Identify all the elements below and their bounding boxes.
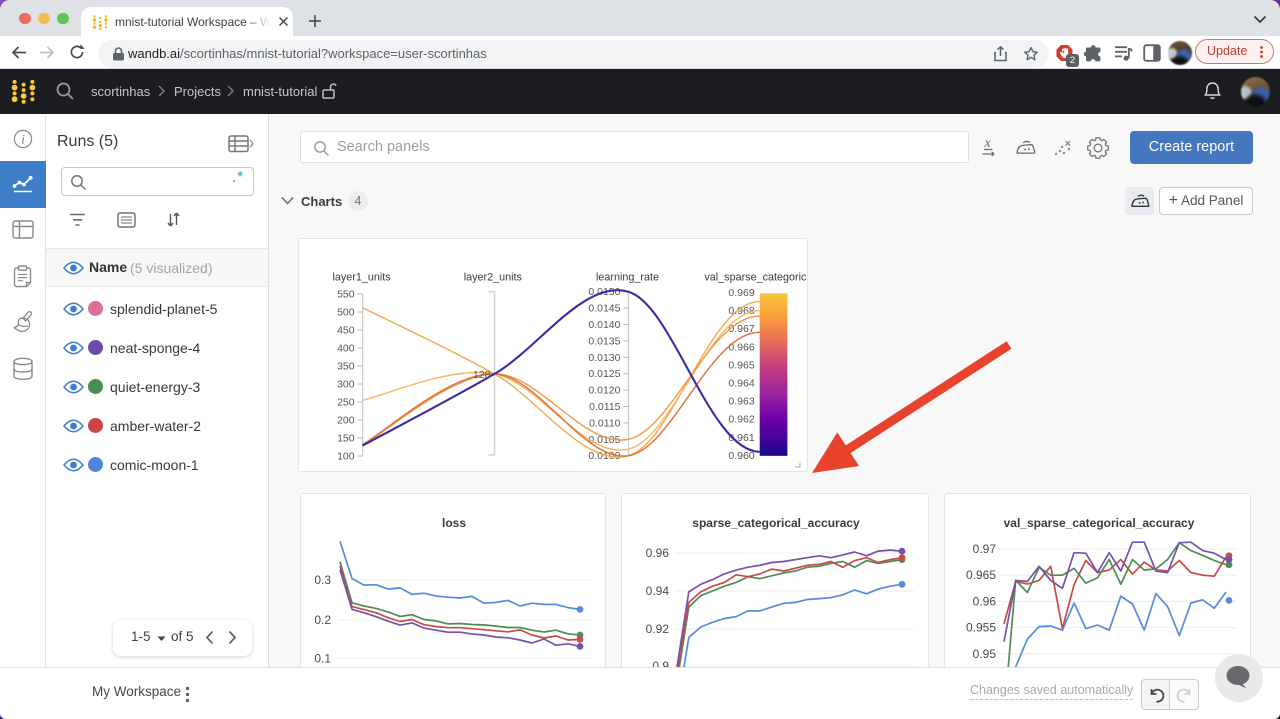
- svg-text:layer1_units: layer1_units: [332, 272, 391, 284]
- svg-text:0.963: 0.963: [728, 396, 754, 408]
- svg-text:550: 550: [337, 289, 355, 301]
- svg-text:0.0125: 0.0125: [588, 368, 620, 380]
- svg-text:300: 300: [337, 379, 355, 391]
- svg-text:0.94: 0.94: [646, 584, 670, 598]
- svg-text:150: 150: [337, 433, 355, 445]
- svg-text:0.96: 0.96: [973, 594, 997, 608]
- svg-text:450: 450: [337, 325, 355, 337]
- svg-text:0.0140: 0.0140: [588, 319, 620, 331]
- svg-text:val_sparse_categorical_accurac: val_sparse_categorical_accuracy: [1004, 516, 1195, 530]
- svg-text:0.0130: 0.0130: [588, 352, 620, 364]
- svg-text:350: 350: [337, 361, 355, 373]
- svg-text:0.0110: 0.0110: [589, 417, 620, 429]
- svg-text:128: 128: [473, 369, 491, 381]
- svg-text:i: i: [21, 132, 25, 147]
- svg-text:0.955: 0.955: [966, 621, 996, 635]
- svg-text:layer2_units: layer2_units: [464, 272, 523, 284]
- svg-text:0.0120: 0.0120: [588, 385, 620, 397]
- svg-text:learning_rate: learning_rate: [596, 272, 659, 284]
- svg-text:0.0115: 0.0115: [589, 401, 620, 413]
- svg-text:0.96: 0.96: [646, 546, 670, 560]
- svg-text:250: 250: [337, 397, 355, 409]
- svg-text:0.960: 0.960: [728, 450, 754, 462]
- svg-text:0.0145: 0.0145: [588, 303, 620, 315]
- svg-text:0.97: 0.97: [973, 542, 997, 556]
- svg-text:loss: loss: [442, 516, 466, 530]
- svg-text:0.2: 0.2: [314, 613, 331, 627]
- svg-text:0.969: 0.969: [728, 287, 754, 299]
- svg-text:val_sparse_categoric: val_sparse_categoric: [704, 272, 807, 284]
- svg-text:0.3: 0.3: [314, 573, 331, 587]
- svg-text:0.964: 0.964: [728, 378, 754, 390]
- svg-text:sparse_categorical_accuracy: sparse_categorical_accuracy: [692, 516, 860, 530]
- svg-text:0.965: 0.965: [728, 359, 754, 371]
- svg-text:400: 400: [337, 343, 355, 355]
- svg-text:0.92: 0.92: [646, 622, 670, 636]
- svg-text:0.1: 0.1: [314, 651, 331, 665]
- svg-text:0.962: 0.962: [728, 414, 754, 426]
- svg-text:200: 200: [337, 415, 355, 427]
- svg-text:0.0135: 0.0135: [588, 335, 620, 347]
- svg-text:0.95: 0.95: [973, 647, 997, 661]
- svg-text:x: x: [984, 136, 992, 151]
- svg-text:100: 100: [337, 451, 355, 463]
- svg-text:500: 500: [337, 307, 355, 319]
- svg-text:0.965: 0.965: [966, 568, 996, 582]
